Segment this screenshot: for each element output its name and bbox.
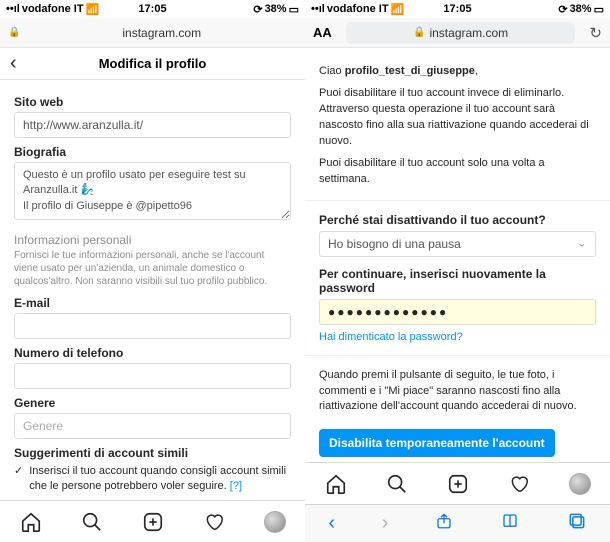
refresh-button[interactable]: ↻	[589, 24, 602, 42]
home-icon[interactable]	[325, 473, 347, 495]
safari-nav: AA 🔒 instagram.com ↻	[305, 18, 610, 48]
sync-icon: ⟳	[253, 3, 262, 16]
instagram-tab-bar	[0, 500, 305, 542]
battery-icon: ▭	[289, 3, 299, 16]
heart-icon[interactable]	[508, 473, 530, 495]
wifi-icon: 📶	[391, 3, 405, 16]
share-icon[interactable]	[435, 511, 453, 537]
back-button[interactable]: ‹	[10, 52, 17, 75]
greeting: Ciao profilo_test_di_giuseppe,	[319, 64, 596, 80]
browser-nav: 🔒 instagram.com	[0, 18, 305, 48]
para-1: Puoi disabilitare il tuo account invece …	[319, 86, 596, 150]
checkbox-icon[interactable]: ✓	[14, 464, 23, 479]
reason-select[interactable]: ⌄	[319, 231, 596, 257]
search-icon[interactable]	[386, 473, 408, 495]
sync-icon: ⟳	[558, 3, 567, 16]
forward-icon: ›	[382, 512, 389, 535]
carrier: vodafone IT	[327, 3, 389, 15]
url-box[interactable]: 🔒 instagram.com	[346, 22, 576, 44]
forgot-password-link[interactable]: Hai dimenticato la password?	[319, 331, 463, 343]
bio-textarea[interactable]	[14, 162, 291, 220]
password-input[interactable]: ●●●●●●●●●●●●●	[319, 299, 596, 325]
safari-toolbar: ‹ ›	[305, 504, 610, 542]
disable-account-page: Ciao profilo_test_di_giuseppe, Puoi disa…	[305, 48, 610, 462]
similar-text: Inserisci il tuo account quando consigli…	[29, 465, 286, 492]
email-input[interactable]	[14, 313, 291, 339]
similar-title: Suggerimenti di account simili	[14, 446, 291, 460]
time: 17:05	[443, 3, 471, 15]
address-url: instagram.com	[429, 26, 508, 40]
disable-account-button[interactable]: Disabilita temporaneamente l'account	[319, 429, 555, 457]
battery-icon: ▭	[594, 3, 604, 16]
status-bar: ••ıl vodafone IT 📶 17:05 ⟳ 38% ▭	[305, 0, 610, 18]
time: 17:05	[138, 3, 166, 15]
tabs-icon[interactable]	[567, 511, 587, 537]
left-pane: ••ıl vodafone IT 📶 17:05 ⟳ 38% ▭ 🔒 insta…	[0, 0, 305, 542]
back-icon[interactable]: ‹	[328, 512, 335, 535]
personal-hint: Fornisci le tue informazioni personali, …	[14, 249, 291, 288]
add-icon[interactable]	[142, 511, 164, 533]
gender-select[interactable]	[14, 413, 291, 439]
password-label: Per continuare, inserisci nuovamente la …	[319, 267, 596, 295]
battery-pct: 38%	[265, 3, 287, 15]
para-2: Puoi disabilitare il tuo account solo un…	[319, 156, 596, 188]
text-size-button[interactable]: AA	[313, 25, 332, 40]
address-url: instagram.com	[26, 26, 297, 40]
website-input[interactable]	[14, 112, 291, 138]
battery-pct: 38%	[570, 3, 592, 15]
separator	[305, 355, 610, 356]
page-title: Modifica il profilo	[99, 56, 207, 71]
reason-label: Perché stai disattivando il tuo account?	[319, 213, 596, 227]
chevron-down-icon: ⌄	[578, 238, 586, 249]
lock-icon: 🔒	[413, 27, 425, 38]
bio-label: Biografia	[14, 145, 291, 159]
search-icon[interactable]	[81, 511, 103, 533]
edit-profile-form: Sito web Biografia Informazioni personal…	[0, 80, 305, 500]
instagram-tab-bar	[305, 462, 610, 504]
bookmarks-icon[interactable]	[500, 512, 520, 536]
page-header: ‹ Modifica il profilo	[0, 48, 305, 80]
username: profilo_test_di_giuseppe	[345, 65, 475, 77]
right-pane: ••ıl vodafone IT 📶 17:05 ⟳ 38% ▭ AA 🔒 in…	[305, 0, 610, 542]
avatar-icon[interactable]	[264, 511, 286, 533]
signal-icon: ••ıl	[6, 3, 20, 15]
signal-icon: ••ıl	[311, 3, 325, 15]
website-label: Sito web	[14, 95, 291, 109]
carrier: vodafone IT	[22, 3, 84, 15]
lock-icon: 🔒	[8, 27, 20, 38]
gender-label: Genere	[14, 396, 291, 410]
add-icon[interactable]	[447, 473, 469, 495]
personal-title: Informazioni personali	[14, 233, 291, 247]
avatar-icon[interactable]	[569, 473, 591, 495]
email-label: E-mail	[14, 296, 291, 310]
phone-input[interactable]	[14, 363, 291, 389]
wifi-icon: 📶	[86, 3, 100, 16]
status-bar: ••ıl vodafone IT 📶 17:05 ⟳ 38% ▭	[0, 0, 305, 18]
phone-label: Numero di telefono	[14, 346, 291, 360]
heart-icon[interactable]	[203, 511, 225, 533]
separator	[305, 200, 610, 201]
similar-help-link[interactable]: [?]	[230, 480, 242, 492]
para-3: Quando premi il pulsante di seguito, le …	[319, 368, 596, 416]
home-icon[interactable]	[20, 511, 42, 533]
similar-checkbox-row[interactable]: ✓ Inserisci il tuo account quando consig…	[14, 464, 291, 494]
